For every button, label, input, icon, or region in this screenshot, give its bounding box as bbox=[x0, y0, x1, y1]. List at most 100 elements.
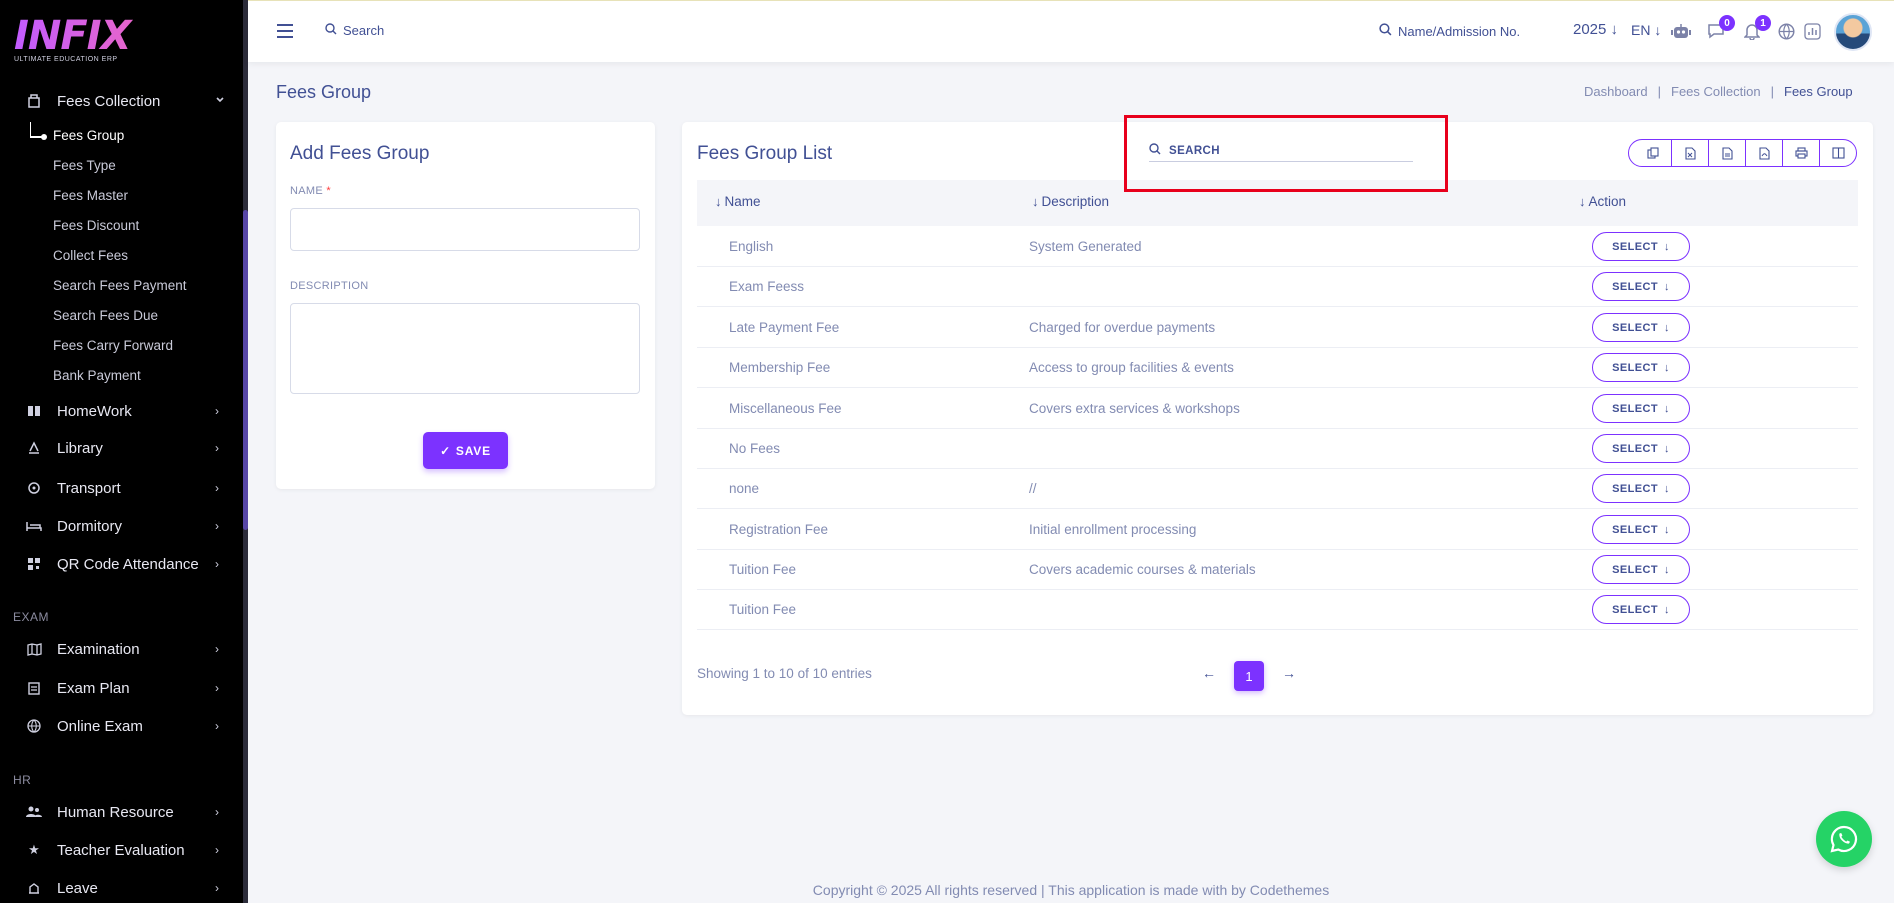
sidebar-subitem-collect-fees[interactable]: Collect Fees bbox=[53, 246, 128, 266]
select-button[interactable]: SELECT ↓ bbox=[1592, 232, 1690, 261]
user-avatar[interactable] bbox=[1834, 13, 1872, 51]
qr-icon bbox=[26, 556, 42, 572]
sidebar-subitem-bank-payment[interactable]: Bank Payment bbox=[53, 366, 141, 386]
select-label: SELECT bbox=[1612, 321, 1658, 334]
topbar: Search Name/Admission No. 2025 ↓ EN ↓ 0 … bbox=[248, 0, 1894, 62]
arrow-down-icon: ↓ bbox=[1654, 22, 1662, 38]
sidebar-item-exam-plan[interactable]: Exam Plan › bbox=[0, 673, 243, 703]
arrow-down-icon: ↓ bbox=[1663, 482, 1670, 495]
page-title: Fees Group bbox=[276, 82, 372, 102]
sidebar-subitem-search-fees-due[interactable]: Search Fees Due bbox=[53, 306, 158, 326]
sidebar-subitem-search-fees-payment[interactable]: Search Fees Payment bbox=[53, 276, 187, 296]
cell-name: Registration Fee bbox=[729, 522, 829, 537]
cell-description: Initial enrollment processing bbox=[1029, 522, 1197, 537]
analytics-icon[interactable] bbox=[1802, 21, 1822, 41]
table-row: Membership Fee Access to group facilitie… bbox=[697, 348, 1858, 388]
sidebar-item-label: Library bbox=[57, 439, 103, 457]
search-icon bbox=[325, 23, 337, 38]
column-name-label: Name bbox=[724, 194, 761, 209]
people-icon bbox=[26, 804, 42, 820]
submenu-active-dot bbox=[41, 134, 47, 140]
sidebar-scrollbar[interactable] bbox=[243, 210, 248, 530]
column-header-action[interactable]: ↓ Action bbox=[1579, 194, 1626, 209]
chevron-right-icon: › bbox=[215, 681, 219, 695]
top-search[interactable]: Search bbox=[325, 23, 384, 38]
breadcrumb-fees-collection[interactable]: Fees Collection bbox=[1671, 84, 1761, 99]
sidebar-item-online-exam[interactable]: Online Exam › bbox=[0, 711, 243, 741]
select-button[interactable]: SELECT ↓ bbox=[1592, 595, 1690, 624]
pagination-page-1[interactable]: 1 bbox=[1234, 661, 1264, 691]
admission-search[interactable]: Name/Admission No. bbox=[1379, 23, 1520, 39]
list-search-input[interactable]: SEARCH bbox=[1149, 140, 1413, 162]
year-selector[interactable]: 2025 ↓ bbox=[1573, 21, 1618, 38]
print-icon[interactable] bbox=[1782, 140, 1819, 166]
columns-icon[interactable] bbox=[1819, 140, 1856, 166]
name-label-text: NAME bbox=[290, 185, 323, 197]
csv-icon[interactable] bbox=[1708, 140, 1745, 166]
prev-page-arrow-icon[interactable]: ← bbox=[1202, 665, 1216, 681]
breadcrumb: Dashboard | Fees Collection | Fees Group bbox=[1584, 84, 1853, 99]
sidebar-subitem-fees-type[interactable]: Fees Type bbox=[53, 156, 116, 176]
cell-description: Access to group facilities & events bbox=[1029, 360, 1234, 375]
sidebar-item-teacher-evaluation[interactable]: ★ Teacher Evaluation › bbox=[0, 835, 243, 865]
select-button[interactable]: SELECT ↓ bbox=[1592, 272, 1690, 301]
sidebar-item-leave[interactable]: Leave › bbox=[0, 873, 243, 903]
save-button[interactable]: ✓ SAVE bbox=[423, 432, 508, 469]
copy-icon[interactable] bbox=[1629, 140, 1671, 166]
select-label: SELECT bbox=[1612, 361, 1658, 374]
description-textarea[interactable] bbox=[290, 303, 640, 394]
next-page-arrow-icon[interactable]: → bbox=[1282, 665, 1296, 681]
column-header-name[interactable]: ↓ Name bbox=[715, 194, 761, 209]
sidebar-item-homework[interactable]: HomeWork › bbox=[0, 396, 243, 426]
sort-arrow-icon: ↓ bbox=[1579, 194, 1586, 209]
select-button[interactable]: SELECT ↓ bbox=[1592, 555, 1690, 584]
save-button-label: SAVE bbox=[455, 443, 491, 458]
excel-icon[interactable] bbox=[1671, 140, 1708, 166]
select-button[interactable]: SELECT ↓ bbox=[1592, 515, 1690, 544]
select-button[interactable]: SELECT ↓ bbox=[1592, 474, 1690, 503]
select-button[interactable]: SELECT ↓ bbox=[1592, 434, 1690, 463]
sidebar-item-dormitory[interactable]: Dormitory › bbox=[0, 511, 243, 541]
logo[interactable]: INFIX ULTIMATE EDUCATION ERP bbox=[14, 14, 214, 70]
whatsapp-icon[interactable] bbox=[1816, 811, 1872, 867]
sidebar-item-library[interactable]: Library › bbox=[0, 433, 243, 463]
sidebar-item-transport[interactable]: Transport › bbox=[0, 473, 243, 503]
table-row: No Fees SELECT ↓ bbox=[697, 429, 1858, 469]
breadcrumb-dashboard[interactable]: Dashboard bbox=[1584, 84, 1648, 99]
sidebar-item-examination[interactable]: Examination › bbox=[0, 634, 243, 664]
sidebar-subitem-fees-carry-forward[interactable]: Fees Carry Forward bbox=[53, 336, 173, 356]
column-header-description[interactable]: ↓ Description bbox=[1032, 194, 1109, 209]
table-row: English System Generated SELECT ↓ bbox=[697, 227, 1858, 267]
globe-icon[interactable] bbox=[1776, 21, 1796, 41]
cell-name: none bbox=[729, 481, 760, 496]
sidebar-subitem-fees-master[interactable]: Fees Master bbox=[53, 186, 128, 206]
select-button[interactable]: SELECT ↓ bbox=[1592, 394, 1690, 423]
robot-icon[interactable] bbox=[1671, 21, 1691, 41]
sidebar-item-qr-code-attendance[interactable]: QR Code Attendance › bbox=[0, 549, 243, 579]
book-icon bbox=[26, 403, 42, 419]
search-icon bbox=[1149, 143, 1161, 158]
chevron-right-icon: › bbox=[215, 481, 219, 495]
name-input[interactable] bbox=[290, 208, 640, 251]
pdf-icon[interactable] bbox=[1745, 140, 1782, 166]
cell-name: English bbox=[729, 239, 774, 254]
cell-name: Miscellaneous Fee bbox=[729, 401, 842, 416]
select-button[interactable]: SELECT ↓ bbox=[1592, 353, 1690, 382]
sidebar-item-label: HomeWork bbox=[57, 402, 132, 420]
table-row: none // SELECT ↓ bbox=[697, 469, 1858, 509]
sidebar: INFIX ULTIMATE EDUCATION ERP Fees Collec… bbox=[0, 0, 248, 903]
sidebar-subitem-fees-discount[interactable]: Fees Discount bbox=[53, 216, 139, 236]
sidebar-item-fees-collection[interactable]: Fees Collection bbox=[0, 86, 243, 116]
select-button[interactable]: SELECT ↓ bbox=[1592, 313, 1690, 342]
hamburger-menu-icon[interactable] bbox=[277, 24, 293, 38]
sidebar-subitem-fees-group[interactable]: Fees Group bbox=[53, 126, 124, 146]
select-label: SELECT bbox=[1612, 563, 1658, 576]
lang-value: EN bbox=[1631, 22, 1651, 38]
language-selector[interactable]: EN ↓ bbox=[1631, 22, 1661, 38]
cell-name: Late Payment Fee bbox=[729, 320, 840, 335]
sidebar-item-human-resource[interactable]: Human Resource › bbox=[0, 797, 243, 827]
breadcrumb-separator: | bbox=[1657, 84, 1661, 99]
star-icon: ★ bbox=[28, 842, 40, 857]
top-search-placeholder: Search bbox=[343, 23, 385, 38]
arrow-down-icon: ↓ bbox=[1663, 603, 1670, 616]
